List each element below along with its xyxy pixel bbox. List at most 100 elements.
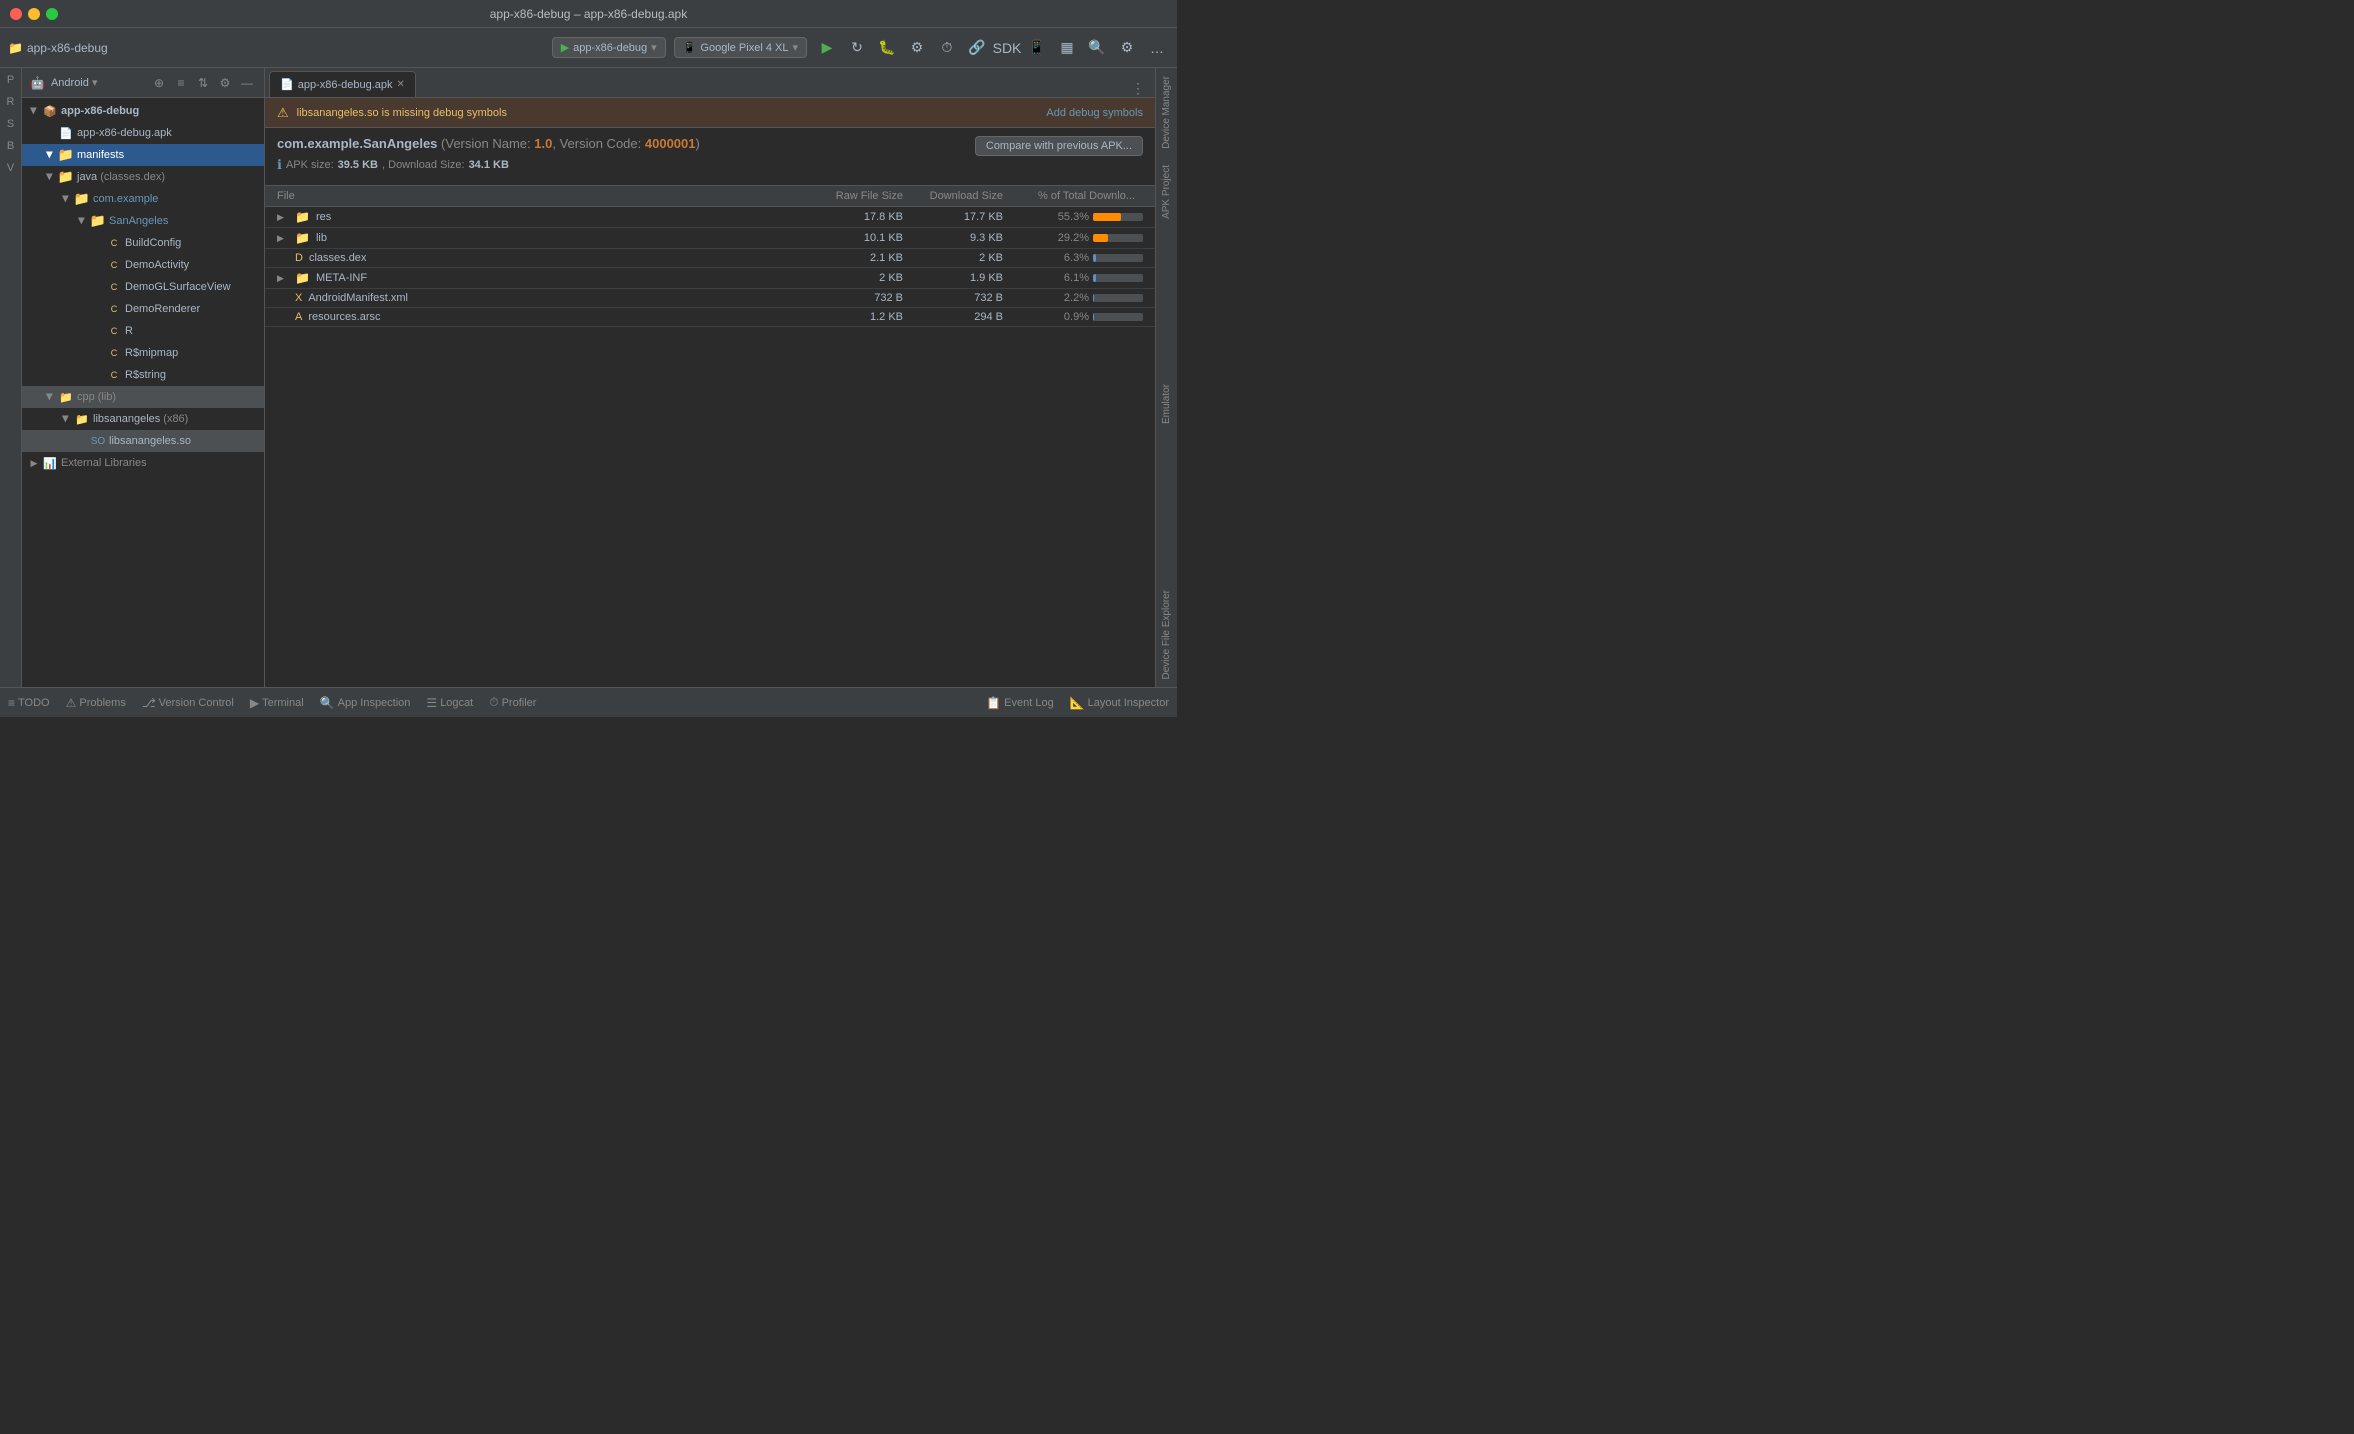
panel-header-dropdown[interactable]: ▾: [92, 77, 98, 89]
row-pct: 29.2%: [1003, 232, 1143, 244]
sort-btn[interactable]: ⇅: [194, 74, 212, 92]
build-variants-tab-icon[interactable]: V: [1, 158, 21, 178]
main-layout: P R S B V 🤖 Android ▾ ⊕ ≡ ⇅ ⚙ —: [0, 68, 1177, 687]
table-row[interactable]: ▶ X AndroidManifest.xml 732 B 732 B 2.2%: [265, 289, 1155, 308]
project-icon-area: 📁 app-x86-debug: [8, 41, 108, 55]
problems-tool[interactable]: ⚠ Problems: [66, 696, 126, 710]
app-inspection-icon: 🔍: [320, 696, 335, 710]
col-raw-header: Raw File Size: [803, 190, 903, 202]
table-row[interactable]: ▶ 📁 lib 10.1 KB 9.3 KB 29.2%: [265, 228, 1155, 249]
close-button[interactable]: [10, 8, 22, 20]
layout-inspector-tool[interactable]: 📐 Layout Inspector: [1070, 696, 1169, 710]
tree-item-external-libraries[interactable]: ▶ 📊 External Libraries: [22, 452, 264, 474]
bookmarks-tab-icon[interactable]: B: [1, 136, 21, 156]
device-mgr-button[interactable]: 📱: [1025, 36, 1049, 60]
pct-bar-fill: [1093, 213, 1121, 221]
panel-header-title: Android ▾: [51, 76, 144, 89]
compare-apk-button[interactable]: Compare with previous APK...: [975, 136, 1143, 156]
row-download-size: 2 KB: [903, 252, 1003, 264]
locate-btn[interactable]: ⊕: [150, 74, 168, 92]
sync-button[interactable]: ↻: [845, 36, 869, 60]
row-pct: 2.2%: [1003, 292, 1143, 304]
profile-button[interactable]: ⏱: [935, 36, 959, 60]
table-row[interactable]: ▶ D classes.dex 2.1 KB 2 KB 6.3%: [265, 249, 1155, 268]
device-manager-tab[interactable]: Device Manager: [1157, 68, 1176, 157]
resource-tab-icon[interactable]: R: [1, 92, 21, 112]
structure-tab-icon[interactable]: S: [1, 114, 21, 134]
device-selector[interactable]: 📱 Google Pixel 4 XL ▾: [674, 37, 807, 58]
tree-item-buildconfig[interactable]: C BuildConfig: [22, 232, 264, 254]
tree-arrow: ▶: [42, 389, 58, 405]
tree-label: cpp: [77, 391, 95, 403]
apk-package-name: com.example.SanAngeles: [277, 136, 437, 151]
app-inspection-tool[interactable]: 🔍 App Inspection: [320, 696, 411, 710]
maximize-button[interactable]: [46, 8, 58, 20]
tree-item-r[interactable]: C R: [22, 320, 264, 342]
logcat-icon: ☰: [426, 696, 437, 710]
version-control-tool[interactable]: ⎇ Version Control: [142, 696, 234, 710]
warning-banner: ⚠ libsanangeles.so is missing debug symb…: [265, 98, 1155, 128]
tree-item-demorenderer[interactable]: C DemoRenderer: [22, 298, 264, 320]
apk-tab[interactable]: 📄 app-x86-debug.apk ✕: [269, 71, 416, 97]
attach-button[interactable]: 🔗: [965, 36, 989, 60]
emulator-tab[interactable]: Emulator: [1157, 376, 1176, 432]
run-config-selector[interactable]: ▶ app-x86-debug ▾: [552, 37, 666, 58]
event-log-tool[interactable]: 📋 Event Log: [986, 696, 1054, 710]
settings-btn[interactable]: ⚙: [216, 74, 234, 92]
row-expand-icon: ▶: [277, 293, 291, 304]
folder-icon: 📁: [295, 271, 310, 285]
tree-item-java[interactable]: ▶ 📁 java (classes.dex): [22, 166, 264, 188]
more-button[interactable]: …: [1145, 36, 1169, 60]
tree-item-libsanangeles[interactable]: ▶ 📁 libsanangeles (x86): [22, 408, 264, 430]
tree-item-demoglsurfaceview[interactable]: C DemoGLSurfaceView: [22, 276, 264, 298]
project-panel-header: 🤖 Android ▾ ⊕ ≡ ⇅ ⚙ —: [22, 68, 264, 98]
logcat-tool[interactable]: ☰ Logcat: [426, 696, 473, 710]
apk-tab-close[interactable]: ✕: [397, 79, 405, 90]
project-tree[interactable]: ▶ 📦 app-x86-debug 📄 app-x86-debug.apk ▶ …: [22, 98, 264, 687]
window-title: app-x86-debug – app-x86-debug.apk: [490, 7, 687, 21]
search-button[interactable]: 🔍: [1085, 36, 1109, 60]
add-debug-symbols-link[interactable]: Add debug symbols: [1046, 107, 1143, 119]
tree-item-libsanangeles-so[interactable]: SO libsanangeles.so: [22, 430, 264, 452]
tree-item-sanangeles[interactable]: ▶ 📁 SanAngeles: [22, 210, 264, 232]
module-icon: 📦: [42, 103, 58, 119]
tree-item-apk[interactable]: 📄 app-x86-debug.apk: [22, 122, 264, 144]
tree-item-app-module[interactable]: ▶ 📦 app-x86-debug: [22, 100, 264, 122]
debug-button[interactable]: 🐛: [875, 36, 899, 60]
run-button[interactable]: ▶: [815, 36, 839, 60]
tab-more-btn[interactable]: ⋮: [1125, 80, 1151, 97]
collapse-btn[interactable]: ≡: [172, 74, 190, 92]
table-row[interactable]: ▶ 📁 META-INF 2 KB 1.9 KB 6.1%: [265, 268, 1155, 289]
todo-tool[interactable]: ≡ TODO: [8, 696, 50, 710]
table-row[interactable]: ▶ A resources.arsc 1.2 KB 294 B 0.9%: [265, 308, 1155, 327]
layout-inspector-label: Layout Inspector: [1088, 697, 1169, 709]
minimize-button[interactable]: [28, 8, 40, 20]
close-panel-btn[interactable]: —: [238, 74, 256, 92]
profiler-tool[interactable]: ⏱ Profiler: [489, 695, 536, 710]
tree-item-com-example[interactable]: ▶ 📁 com.example: [22, 188, 264, 210]
table-row[interactable]: ▶ 📁 res 17.8 KB 17.7 KB 55.3%: [265, 207, 1155, 228]
tree-arrow: [42, 125, 58, 141]
row-filename: classes.dex: [309, 252, 366, 264]
row-filename: META-INF: [316, 272, 367, 284]
col-file-header: File: [277, 190, 803, 202]
terminal-tool[interactable]: ▶ Terminal: [250, 696, 304, 710]
settings-button[interactable]: ⚙: [1115, 36, 1139, 60]
tree-item-rstring[interactable]: C R$string: [22, 364, 264, 386]
tree-item-rmipmap[interactable]: C R$mipmap: [22, 342, 264, 364]
app-inspection-label: App Inspection: [338, 697, 411, 709]
row-pct: 55.3%: [1003, 211, 1143, 223]
sdk-button[interactable]: SDK: [995, 36, 1019, 60]
apk-project-tab[interactable]: APK Project: [1157, 157, 1176, 227]
folder-icon: 📁: [58, 147, 74, 163]
device-file-explorer-tab[interactable]: Device File Explorer: [1157, 582, 1176, 687]
tree-item-demoactivity[interactable]: C DemoActivity: [22, 254, 264, 276]
tree-arrow: ▶: [58, 191, 74, 207]
tree-item-cpp[interactable]: ▶ 📁 cpp (lib): [22, 386, 264, 408]
apk-tab-label: app-x86-debug.apk: [298, 79, 393, 91]
row-expand-icon: ▶: [277, 212, 291, 223]
tree-item-manifests[interactable]: ▶ 📁 manifests: [22, 144, 264, 166]
avd-button[interactable]: ▦: [1055, 36, 1079, 60]
coverage-button[interactable]: ⚙: [905, 36, 929, 60]
project-tab-icon[interactable]: P: [1, 70, 21, 90]
